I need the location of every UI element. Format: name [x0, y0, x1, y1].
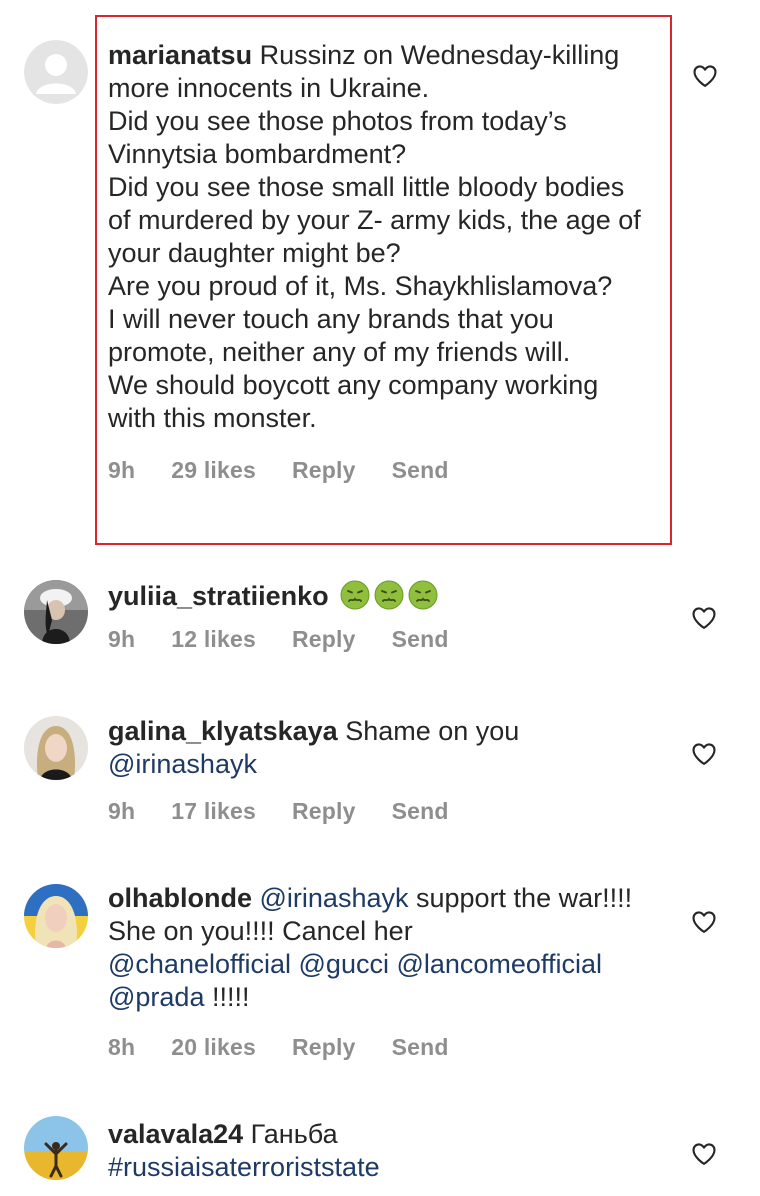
- send-button[interactable]: Send: [392, 1034, 449, 1061]
- comment-item: valavala24 Ганьба #russiaisaterroriststa…: [0, 1100, 760, 1196]
- reply-button[interactable]: Reply: [292, 626, 356, 653]
- comment-paragraph: Did you see those small little bloody bo…: [108, 172, 641, 268]
- user-avatar[interactable]: [24, 1116, 88, 1180]
- comment-username[interactable]: valavala24: [108, 1119, 243, 1149]
- default-avatar[interactable]: [24, 40, 88, 104]
- comment-paragraph: Did you see those photos from today’s Vi…: [108, 106, 567, 169]
- comment-username[interactable]: galina_klyatskaya: [108, 716, 338, 746]
- user-avatar[interactable]: [24, 884, 88, 948]
- hashtag-link[interactable]: #russiaisaterroriststate: [108, 1152, 380, 1182]
- comment-meta: 9h 12 likes Reply Send: [108, 626, 653, 653]
- comment-item: marianatsu Russinz on Wednesday-killing …: [0, 0, 760, 555]
- comment-meta: 9h 17 likes Reply Send: [108, 798, 653, 825]
- comment-paragraph: Are you proud of it, Ms. Shaykhlislamova…: [108, 271, 613, 301]
- heart-icon[interactable]: [690, 908, 718, 936]
- mention-link[interactable]: @irinashayk: [260, 883, 409, 913]
- like-count[interactable]: 12 likes: [171, 626, 256, 653]
- user-avatar[interactable]: [24, 716, 88, 780]
- heart-icon[interactable]: [690, 604, 718, 632]
- heart-icon[interactable]: [691, 62, 719, 90]
- mention-link[interactable]: @prada: [108, 982, 204, 1012]
- comment-time: 9h: [108, 626, 136, 652]
- comment-paragraph: I will never touch any brands that you p…: [108, 304, 571, 367]
- comment-item: olhablonde @irinashayk support the war!!…: [0, 868, 760, 1068]
- comment-body: !!!!!: [211, 982, 250, 1012]
- mention-links[interactable]: @chanelofficial @gucci @lancomeofficial: [108, 949, 602, 979]
- comment-text: valavala24 Ганьба #russiaisaterroriststa…: [108, 1118, 668, 1184]
- heart-icon[interactable]: [690, 1140, 718, 1168]
- comment-time: 9h: [108, 457, 136, 483]
- like-count[interactable]: 29 likes: [171, 457, 256, 484]
- reply-button[interactable]: Reply: [292, 798, 356, 825]
- comment-text: olhablonde @irinashayk support the war!!…: [108, 882, 668, 1014]
- comment-paragraph: We should boycott any company working wi…: [108, 370, 599, 433]
- comment-item: galina_klyatskaya Shame on you @irinasha…: [0, 700, 760, 840]
- mention-link[interactable]: @irinashayk: [108, 749, 257, 779]
- nauseated-face-icon: [340, 580, 370, 610]
- send-button[interactable]: Send: [392, 626, 449, 653]
- nauseated-face-icon: [408, 580, 438, 610]
- like-count[interactable]: 20 likes: [171, 1034, 256, 1061]
- nauseated-face-icon: [374, 580, 404, 610]
- comment-meta: 9h 29 likes Reply Send: [108, 457, 653, 484]
- comment-username[interactable]: yuliia_stratiienko: [108, 581, 329, 611]
- comment-item: yuliia_stratiienko 9h 12 likes Reply Sen…: [0, 560, 760, 675]
- comment-time: 9h: [108, 798, 136, 824]
- user-avatar[interactable]: [24, 580, 88, 644]
- comment-body: Shame on you: [345, 716, 520, 746]
- comment-username[interactable]: olhablonde: [108, 883, 252, 913]
- comment-text: yuliia_stratiienko: [108, 580, 653, 613]
- comment-time: 8h: [108, 1034, 136, 1060]
- reply-button[interactable]: Reply: [292, 1034, 356, 1061]
- comment-text: marianatsu Russinz on Wednesday-killing …: [108, 39, 653, 435]
- send-button[interactable]: Send: [392, 798, 449, 825]
- like-count[interactable]: 17 likes: [171, 798, 256, 825]
- comment-body: Ганьба: [250, 1119, 338, 1149]
- heart-icon[interactable]: [690, 740, 718, 768]
- comment-text: galina_klyatskaya Shame on you @irinasha…: [108, 715, 653, 781]
- reply-button[interactable]: Reply: [292, 457, 356, 484]
- send-button[interactable]: Send: [392, 457, 449, 484]
- comment-meta: 8h 20 likes Reply Send: [108, 1034, 668, 1061]
- comment-username[interactable]: marianatsu: [108, 40, 252, 70]
